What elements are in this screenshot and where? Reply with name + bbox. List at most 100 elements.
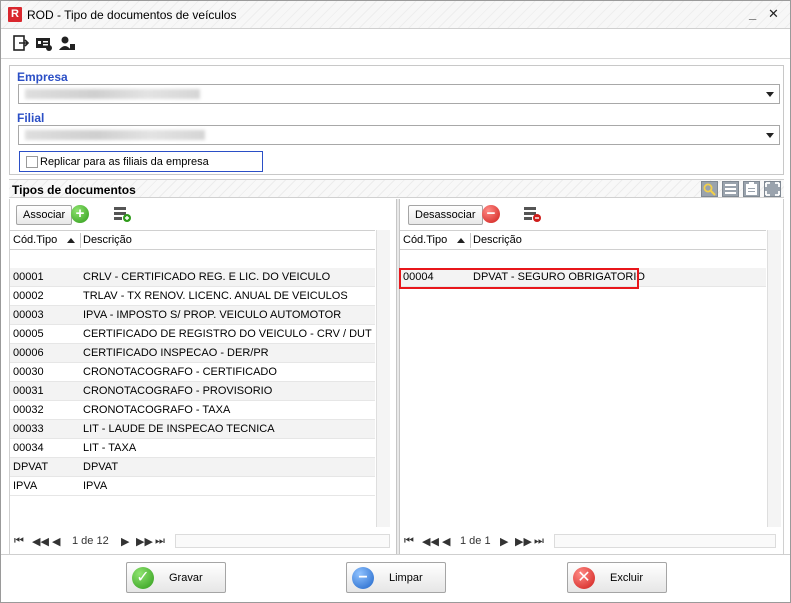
remove-icon[interactable]: − <box>482 205 500 223</box>
replicate-checkbox[interactable] <box>26 156 38 168</box>
sort-ascending-icon[interactable] <box>67 238 75 243</box>
table-row[interactable]: DPVAT DPVAT <box>10 458 375 477</box>
prev-block-icon[interactable]: ◀◀ <box>422 535 439 548</box>
cell-code: 00002 <box>13 290 44 302</box>
horizontal-scrollbar[interactable] <box>554 534 776 548</box>
clear-label: Limpar <box>389 572 423 584</box>
left-pager: ⏮ ◀◀ ◀ 1 de 12 ▶ ▶▶ ⏭ <box>10 532 395 550</box>
main-window: R ROD - Tipo de documentos de veículos _… <box>0 0 791 603</box>
cell-description: IPVA <box>83 480 108 492</box>
next-page-icon[interactable]: ▶ <box>121 535 129 548</box>
cell-description: TRLAV - TX RENOV. LICENC. ANUAL DE VEICU… <box>83 290 348 302</box>
next-page-icon[interactable]: ▶ <box>500 535 508 548</box>
cell-description: CERTIFICADO DE REGISTRO DO VEICULO - CRV… <box>83 328 372 340</box>
vertical-scrollbar[interactable] <box>376 230 390 527</box>
horizontal-scrollbar[interactable] <box>175 534 390 548</box>
page-indicator: 1 de 12 <box>72 535 109 547</box>
cell-description: CERTIFICADO INSPECAO - DER/PR <box>83 347 269 359</box>
prev-page-icon[interactable]: ◀ <box>52 535 60 548</box>
grid-header: Cód.Tipo Descrição <box>400 230 766 250</box>
column-divider[interactable] <box>470 233 471 248</box>
available-types-panel: Associar + Cód.Tipo Descrição 00001 CRLV … <box>9 199 396 554</box>
delete-label: Excluir <box>610 572 644 584</box>
last-page-icon[interactable]: ⏭ <box>534 535 544 548</box>
filial-label: Filial <box>17 111 45 125</box>
grid-settings-icon[interactable] <box>523 206 541 222</box>
replicate-label: Replicar para as filiais da empresa <box>40 156 209 168</box>
empresa-select[interactable] <box>18 84 780 104</box>
next-block-icon[interactable]: ▶▶ <box>136 535 153 548</box>
minimize-button[interactable]: _ <box>749 6 756 21</box>
list-icon[interactable] <box>722 181 739 197</box>
cell-description: CRONOTACOGRAFO - CERTIFICADO <box>83 366 277 378</box>
cell-description: LIT - TAXA <box>83 442 137 454</box>
table-row[interactable]: 00032 CRONOTACOGRAFO - TAXA <box>10 401 375 420</box>
cell-code: 00003 <box>13 309 44 321</box>
last-page-icon[interactable]: ⏭ <box>155 535 165 548</box>
empresa-label: Empresa <box>17 70 68 84</box>
table-row[interactable]: 00003 IPVA - IMPOSTO S/ PROP. VEICULO AUT… <box>10 306 375 325</box>
window-title: ROD - Tipo de documentos de veículos <box>27 8 237 22</box>
cell-code: 00032 <box>13 404 44 416</box>
grid-settings-icon[interactable] <box>113 206 131 222</box>
next-block-icon[interactable]: ▶▶ <box>515 535 532 548</box>
filial-select[interactable] <box>18 125 780 145</box>
grid-header: Cód.Tipo Descrição <box>10 230 375 250</box>
user-icon[interactable] <box>59 35 75 51</box>
disassociate-button[interactable]: Desassociar <box>408 205 483 225</box>
cell-description: CRLV - CERTIFICADO REG. E LIC. DO VEICUL… <box>83 271 331 283</box>
vertical-scrollbar[interactable] <box>767 230 781 527</box>
filters-panel: Empresa Filial Replicar para as filiais … <box>9 65 784 175</box>
col-desc-header[interactable]: Descrição <box>473 234 522 246</box>
exit-icon[interactable] <box>13 35 29 51</box>
cell-description: CRONOTACOGRAFO - TAXA <box>83 404 231 416</box>
col-desc-header[interactable]: Descrição <box>83 234 132 246</box>
search-icon[interactable] <box>701 181 718 197</box>
close-button[interactable]: ✕ <box>768 6 779 22</box>
table-row[interactable]: 00005 CERTIFICADO DE REGISTRO DO VEICULO … <box>10 325 375 344</box>
table-row[interactable]: 00030 CRONOTACOGRAFO - CERTIFICADO <box>10 363 375 382</box>
section-toolbar <box>701 181 781 197</box>
table-row[interactable]: 00031 CRONOTACOGRAFO - PROVISORIO <box>10 382 375 401</box>
col-code-header[interactable]: Cód.Tipo <box>403 234 447 246</box>
replicate-option[interactable]: Replicar para as filiais da empresa <box>19 151 263 172</box>
table-row[interactable]: 00001 CRLV - CERTIFICADO REG. E LIC. DO V… <box>10 268 375 287</box>
sort-ascending-icon[interactable] <box>457 238 465 243</box>
id-card-icon[interactable] <box>36 35 52 51</box>
table-row[interactable]: 00006 CERTIFICADO INSPECAO - DER/PR <box>10 344 375 363</box>
first-page-icon[interactable]: ⏮ <box>14 535 24 548</box>
cell-code: IPVA <box>13 480 38 492</box>
table-row[interactable]: 00002 TRLAV - TX RENOV. LICENC. ANUAL DE … <box>10 287 375 306</box>
column-divider[interactable] <box>80 233 81 248</box>
col-code-header[interactable]: Cód.Tipo <box>13 234 57 246</box>
cell-code: 00033 <box>13 423 44 435</box>
cell-description: CRONOTACOGRAFO - PROVISORIO <box>83 385 273 397</box>
clear-button[interactable]: − Limpar <box>346 562 446 593</box>
filial-value-redacted <box>25 130 205 140</box>
cell-code: 00006 <box>13 347 44 359</box>
minus-icon: − <box>352 567 374 589</box>
chevron-down-icon[interactable] <box>766 92 774 97</box>
footer-bar: ✓ Gravar − Limpar ✕ Excluir <box>1 554 790 602</box>
check-icon: ✓ <box>132 567 154 589</box>
save-button[interactable]: ✓ Gravar <box>126 562 226 593</box>
add-icon[interactable]: + <box>71 205 89 223</box>
table-row[interactable]: IPVA IPVA <box>10 477 375 496</box>
prev-block-icon[interactable]: ◀◀ <box>32 535 49 548</box>
table-row[interactable]: 00034 LIT - TAXA <box>10 439 375 458</box>
first-page-icon[interactable]: ⏮ <box>404 535 414 548</box>
toolbar <box>1 29 790 59</box>
prev-page-icon[interactable]: ◀ <box>442 535 450 548</box>
fullscreen-icon[interactable] <box>764 181 781 197</box>
app-logo-icon: R <box>8 7 22 22</box>
delete-button[interactable]: ✕ Excluir <box>567 562 667 593</box>
cell-code: 00030 <box>13 366 44 378</box>
save-label: Gravar <box>169 572 203 584</box>
page-indicator: 1 de 1 <box>460 535 491 547</box>
associate-button[interactable]: Associar <box>16 205 73 225</box>
chevron-down-icon[interactable] <box>766 133 774 138</box>
cell-code: 00031 <box>13 385 44 397</box>
table-row[interactable]: 00033 LIT - LAUDE DE INSPECAO TECNICA <box>10 420 375 439</box>
empresa-value-redacted <box>25 89 200 99</box>
clipboard-icon[interactable] <box>743 181 760 197</box>
